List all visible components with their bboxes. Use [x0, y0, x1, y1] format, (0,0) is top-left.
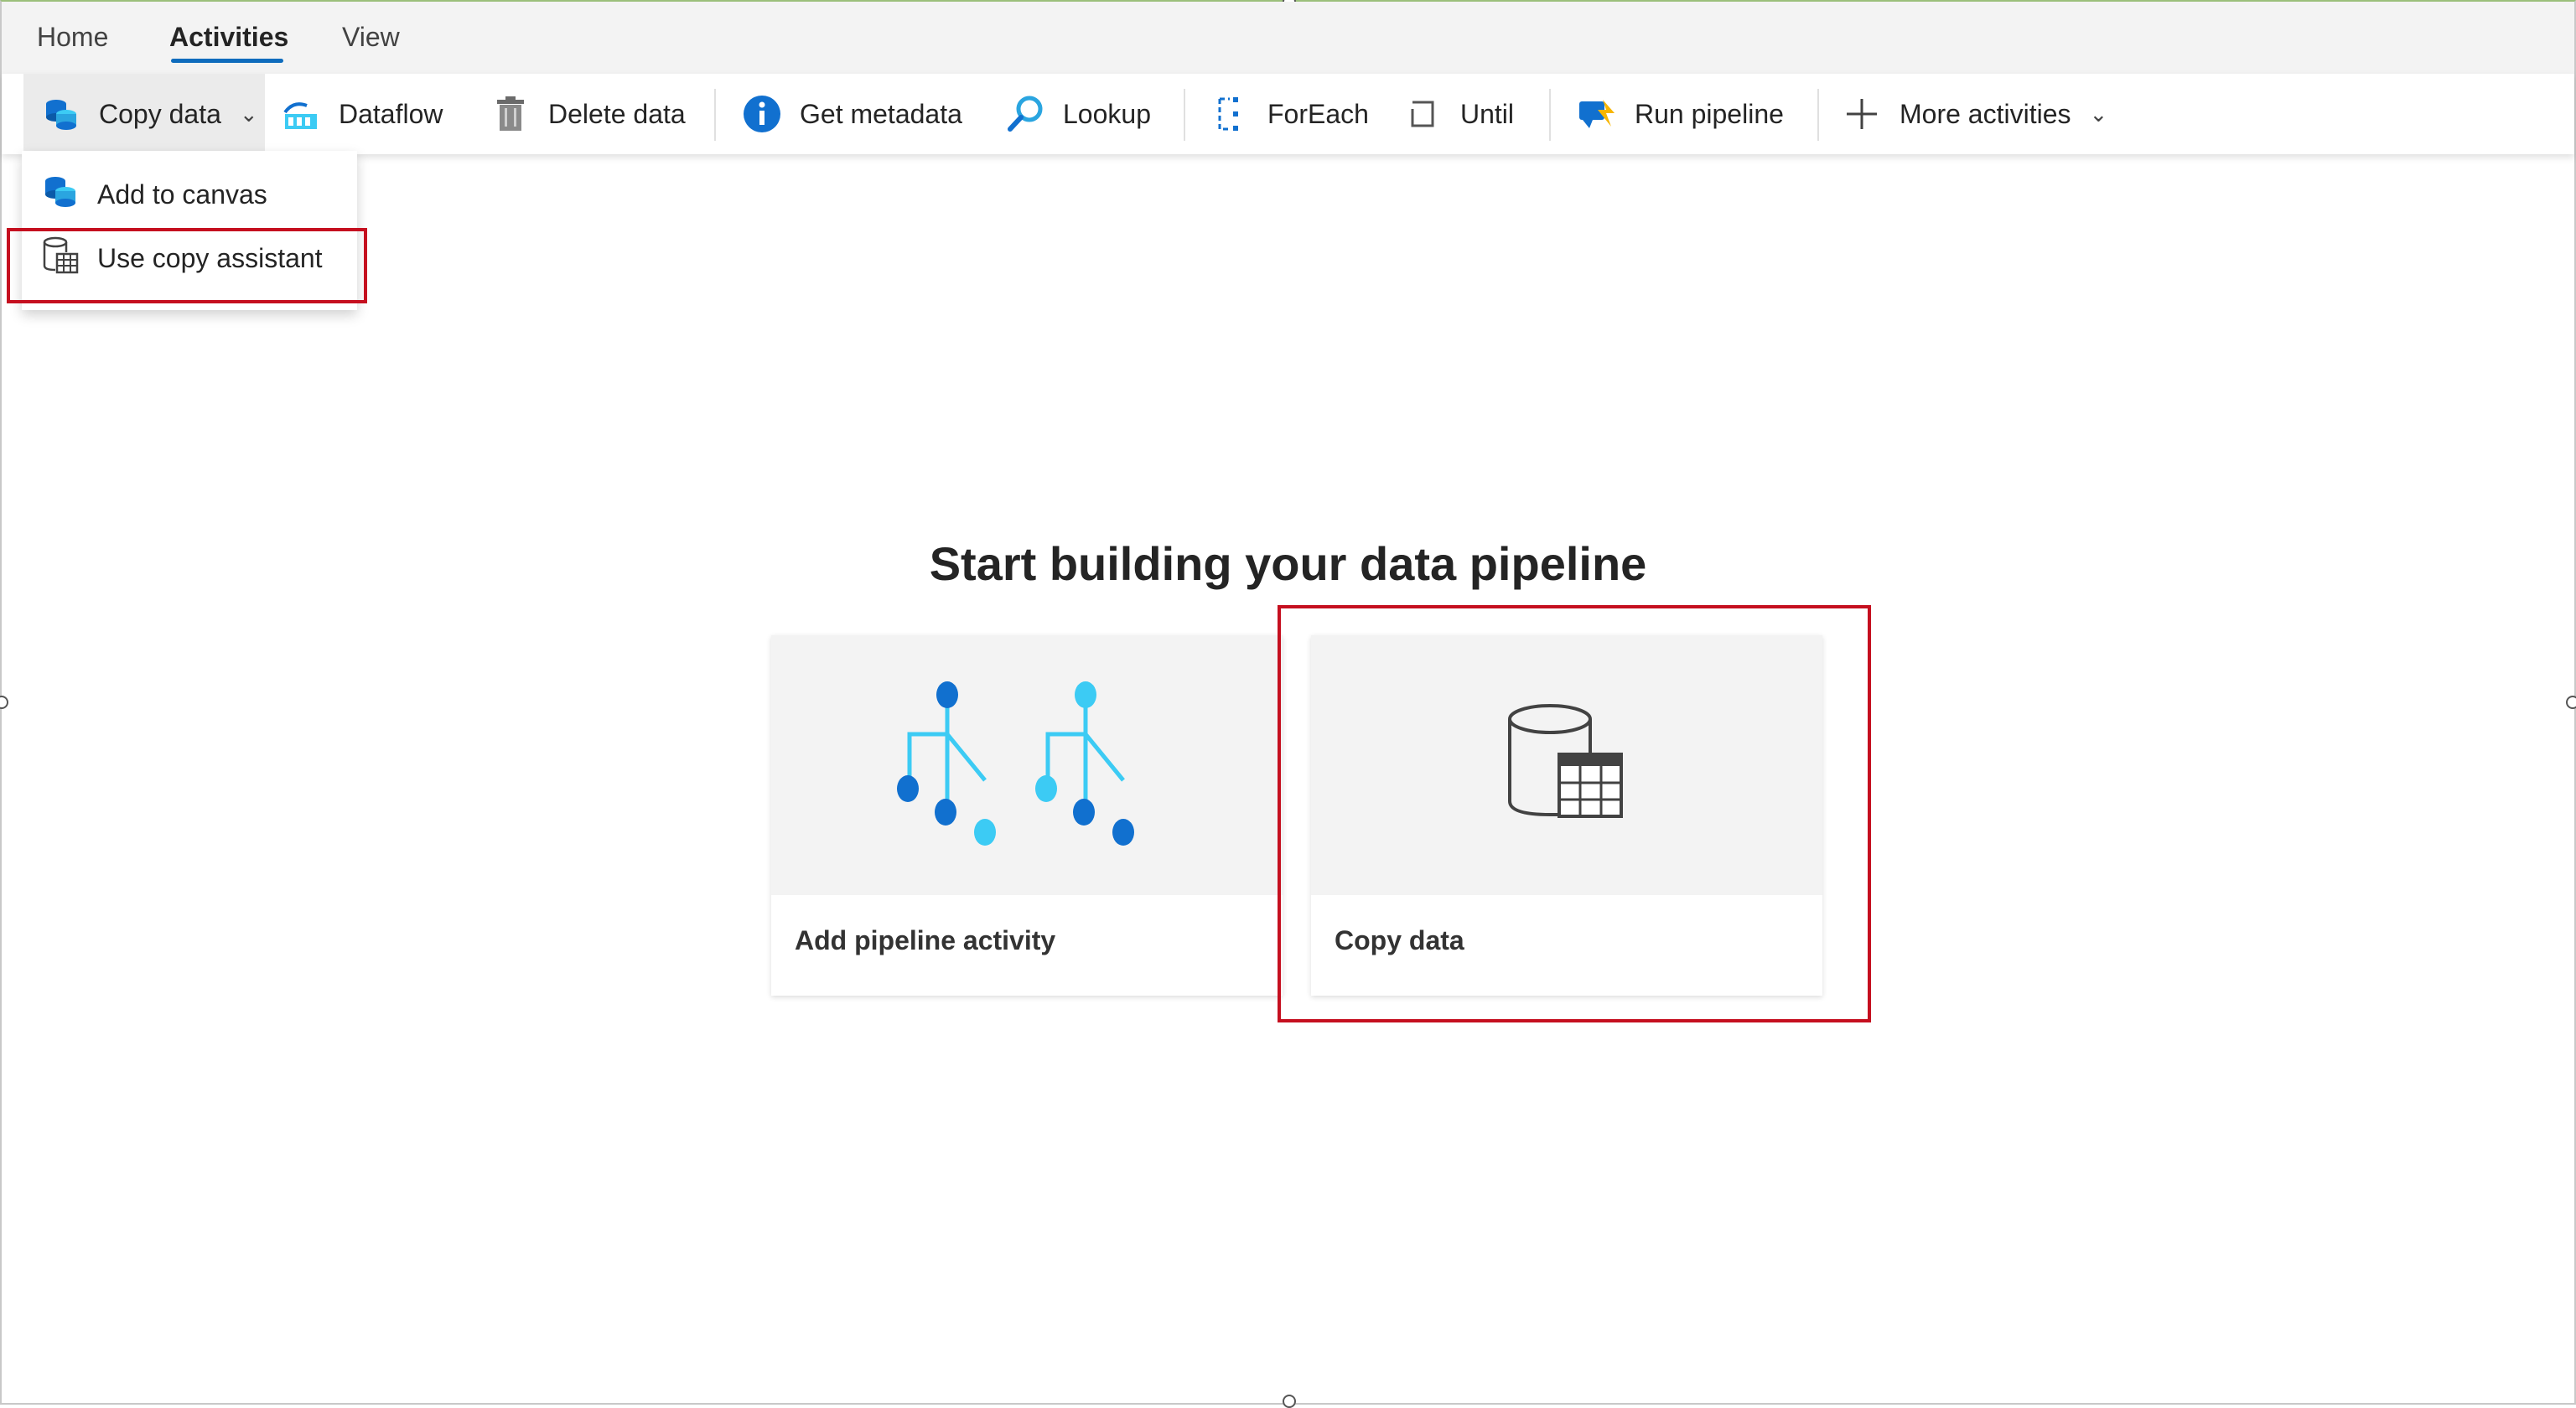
tab-activities[interactable]: Activities [169, 20, 288, 54]
highlight-box-copy-data-card [1278, 605, 1871, 1022]
trash-icon [491, 95, 530, 133]
get-metadata-button[interactable]: Get metadata [743, 89, 962, 139]
magnifier-icon [1006, 95, 1044, 133]
active-tab-indicator [171, 59, 283, 63]
run-pipeline-icon [1578, 95, 1616, 133]
run-pipeline-button[interactable]: Run pipeline [1578, 89, 1784, 139]
get-metadata-label: Get metadata [800, 98, 962, 129]
add-to-canvas-label: Add to canvas [97, 179, 267, 210]
more-activities-label: More activities [1900, 98, 2071, 129]
until-button[interactable]: Until [1403, 89, 1514, 139]
plus-icon [1843, 95, 1881, 133]
resize-handle-right[interactable] [2566, 696, 2576, 709]
foreach-label: ForEach [1267, 98, 1369, 129]
pipeline-activity-icon [893, 671, 1161, 860]
highlight-box-copy-assistant [7, 228, 367, 303]
add-pipeline-activity-card[interactable]: Add pipeline activity [771, 635, 1283, 996]
until-loop-icon [1403, 95, 1442, 133]
ribbon-separator [714, 89, 716, 141]
copy-data-label: Copy data [99, 98, 221, 129]
lookup-label: Lookup [1063, 98, 1151, 129]
ribbon-separator [1184, 89, 1185, 141]
tab-bar: Home Activities View [2, 2, 2574, 74]
ribbon-separator [1549, 89, 1551, 141]
dataflow-button[interactable]: Dataflow [282, 89, 443, 139]
foreach-button[interactable]: ForEach [1210, 89, 1369, 139]
resize-handle-bottom[interactable] [1283, 1395, 1296, 1408]
copy-data-dropdown-button[interactable]: Copy data ⌄ [23, 74, 265, 154]
card-illustration [771, 635, 1283, 895]
foreach-loop-icon [1210, 95, 1249, 133]
lookup-button[interactable]: Lookup [1006, 89, 1151, 139]
dataflow-icon [282, 95, 320, 133]
dataflow-label: Dataflow [339, 98, 443, 129]
activities-ribbon: Copy data ⌄ Dataflow Delete data Get met… [2, 74, 2574, 154]
more-activities-button[interactable]: More activities ⌄ [1843, 89, 2107, 139]
copy-data-icon [42, 95, 80, 133]
delete-data-label: Delete data [548, 98, 686, 129]
page-heading: Start building your data pipeline [929, 537, 1647, 590]
chevron-down-icon: ⌄ [239, 101, 258, 127]
info-icon [743, 95, 781, 133]
ribbon-separator [1817, 89, 1819, 141]
tab-view[interactable]: View [342, 20, 400, 54]
until-label: Until [1460, 98, 1515, 129]
chevron-down-icon: ⌄ [2089, 101, 2108, 127]
tab-home[interactable]: Home [37, 20, 108, 54]
delete-data-button[interactable]: Delete data [491, 89, 686, 139]
run-pipeline-label: Run pipeline [1635, 98, 1784, 129]
menu-item-add-to-canvas[interactable]: Add to canvas [42, 169, 267, 220]
copy-data-icon [42, 173, 79, 216]
card-label: Add pipeline activity [795, 925, 1056, 955]
